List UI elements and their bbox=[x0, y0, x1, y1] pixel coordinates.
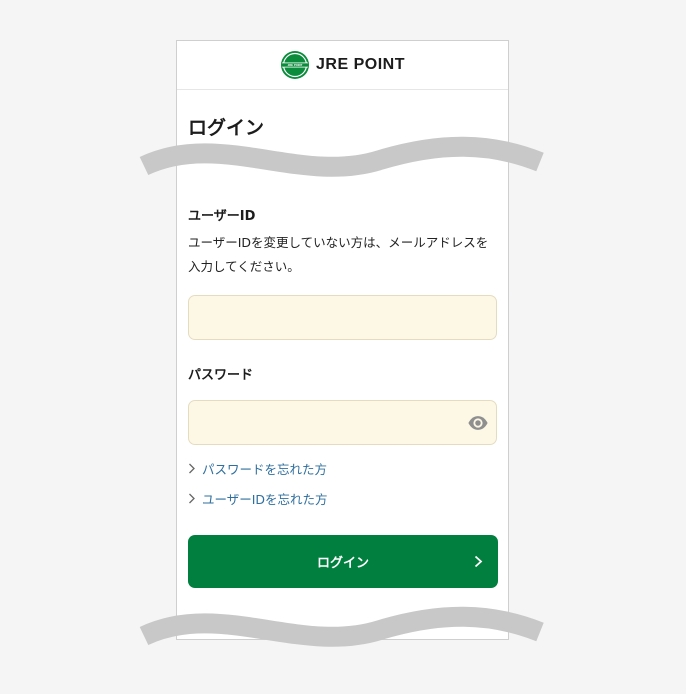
login-button-label: ログイン bbox=[316, 556, 369, 571]
chevron-right-icon bbox=[474, 555, 483, 568]
user-id-field-wrapper bbox=[188, 295, 497, 340]
jre-point-logo-icon: JRE POINT bbox=[281, 51, 310, 79]
user-id-help-text: ユーザーIDを変更していない方は、メールアドレスを入力してください。 bbox=[188, 235, 489, 274]
logo-text: JRE POINT bbox=[316, 56, 405, 73]
password-label: パスワード bbox=[188, 368, 254, 383]
chevron-right-icon bbox=[189, 493, 195, 504]
password-field-wrapper bbox=[188, 400, 497, 445]
forgot-user-id-label: ユーザーIDを忘れた方 bbox=[202, 492, 328, 507]
forgot-password-link[interactable]: パスワードを忘れた方 bbox=[188, 459, 327, 478]
login-button[interactable]: ログイン bbox=[188, 535, 498, 588]
password-input[interactable] bbox=[189, 401, 496, 444]
login-screen: JRE POINT JRE POINT ログイン ユーザーID ユーザーIDを変… bbox=[176, 40, 509, 640]
page-title: ログイン bbox=[188, 117, 265, 139]
app-header: JRE POINT JRE POINT bbox=[177, 41, 508, 90]
chevron-right-icon bbox=[189, 463, 195, 474]
forgot-password-label: パスワードを忘れた方 bbox=[202, 462, 328, 477]
user-id-input[interactable] bbox=[189, 296, 496, 339]
forgot-user-id-link[interactable]: ユーザーIDを忘れた方 bbox=[188, 489, 328, 508]
user-id-label: ユーザーID bbox=[188, 209, 256, 224]
eye-icon[interactable] bbox=[467, 412, 489, 434]
logo-mark-text: JRE POINT bbox=[288, 63, 303, 67]
